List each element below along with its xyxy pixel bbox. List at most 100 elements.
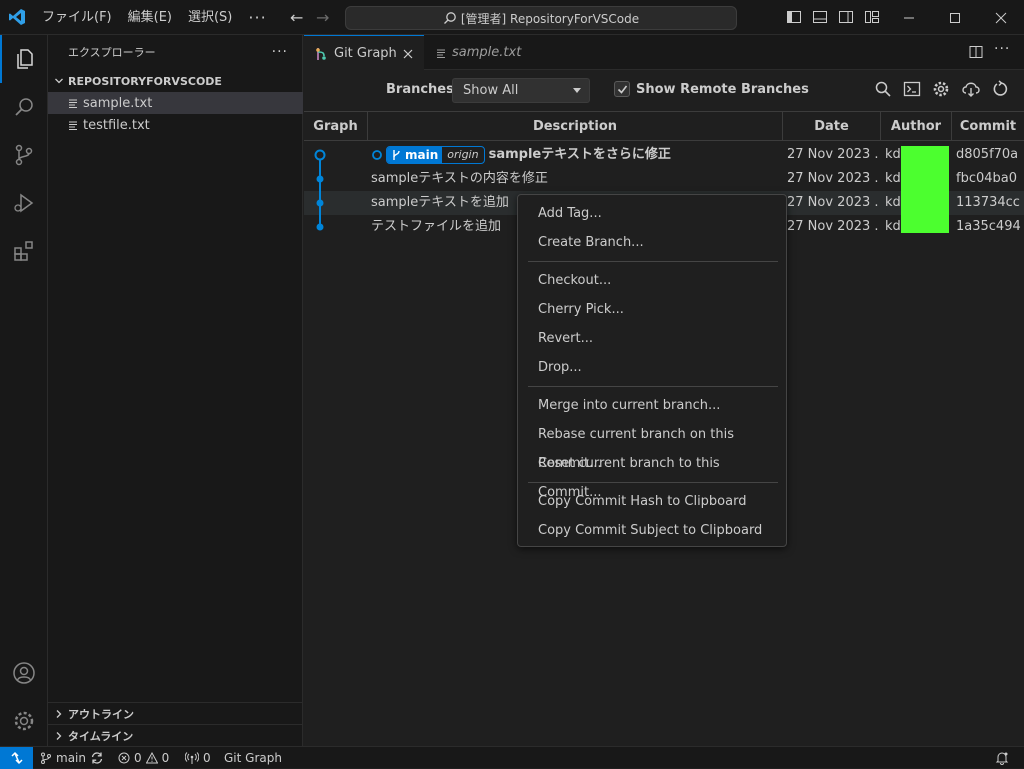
- column-description[interactable]: Description: [368, 112, 783, 141]
- menu-rebase[interactable]: Rebase current branch on this Commit...: [518, 420, 786, 471]
- notifications-button[interactable]: [995, 747, 1009, 769]
- terminal-icon[interactable]: [903, 80, 921, 98]
- outline-label: アウトライン: [68, 707, 134, 721]
- branches-dropdown[interactable]: Show All: [452, 78, 590, 103]
- repo-section-header[interactable]: REPOSITORYFORVSCODE: [48, 70, 303, 92]
- activity-bar: [0, 35, 48, 746]
- graph-node[interactable]: [316, 175, 324, 183]
- menu-merge[interactable]: Merge into current branch...: [518, 391, 786, 420]
- commit-context-menu: Add Tag... Create Branch... Checkout... …: [517, 194, 787, 547]
- minimize-button[interactable]: [886, 0, 932, 35]
- forward-button[interactable]: →: [316, 8, 329, 27]
- menu-checkout[interactable]: Checkout...: [518, 266, 786, 295]
- column-graph[interactable]: Graph: [304, 112, 368, 141]
- chevron-down-icon: [55, 78, 63, 84]
- activity-accounts[interactable]: [0, 649, 48, 697]
- menu-drop[interactable]: Drop...: [518, 353, 786, 382]
- sidebar-more-button[interactable]: ···: [272, 35, 288, 70]
- customize-layout-icon[interactable]: [864, 9, 880, 25]
- menu-reset[interactable]: Reset current branch to this Commit...: [518, 449, 786, 500]
- menu-file[interactable]: ファイル(F): [34, 0, 120, 35]
- file-icon: [69, 121, 77, 130]
- commit-date: 27 Nov 2023 ...: [787, 219, 879, 234]
- commit-hash: d805f70a: [956, 147, 1019, 162]
- graph-node[interactable]: [316, 223, 324, 231]
- commit-hash: 113734cc: [956, 195, 1020, 210]
- status-ports[interactable]: 0: [185, 747, 211, 769]
- status-branch[interactable]: main: [40, 747, 104, 769]
- graph-node[interactable]: [316, 199, 324, 207]
- menu-create-branch[interactable]: Create Branch...: [518, 228, 786, 257]
- activity-search[interactable]: [0, 83, 48, 131]
- column-commit[interactable]: Commit: [952, 112, 1024, 141]
- git-graph-toolbar: Branches: Show All Show Remote Branches: [304, 70, 1024, 110]
- activity-manage[interactable]: [0, 697, 48, 745]
- gear-icon: [14, 711, 34, 731]
- close-window-button[interactable]: [978, 0, 1024, 35]
- command-center-search[interactable]: [管理者] RepositoryForVSCode: [345, 6, 737, 30]
- file-item-testfile[interactable]: testfile.txt: [48, 114, 303, 136]
- toggle-sidebar-icon[interactable]: [786, 9, 802, 25]
- search-icon: [443, 12, 456, 24]
- author-redaction: [901, 146, 949, 233]
- ports-count: 0: [203, 751, 211, 765]
- menu-revert[interactable]: Revert...: [518, 324, 786, 353]
- show-remote-branches-checkbox[interactable]: [614, 81, 630, 97]
- menu-separator: [528, 261, 778, 262]
- column-date[interactable]: Date: [783, 112, 881, 141]
- commit-date: 27 Nov 2023 ...: [787, 171, 879, 186]
- chevron-right-icon: [56, 731, 62, 740]
- file-item-sample[interactable]: sample.txt: [48, 92, 303, 114]
- status-bar: main 0 0 0 Git Graph: [0, 746, 1024, 769]
- menu-separator: [528, 386, 778, 387]
- chevron-right-icon: [56, 709, 62, 718]
- menu-copy-subject[interactable]: Copy Commit Subject to Clipboard: [518, 516, 786, 545]
- commit-hash: fbc04ba0: [956, 171, 1018, 186]
- menu-more-button[interactable]: ···: [240, 0, 274, 35]
- branch-badge[interactable]: main origin: [386, 145, 485, 164]
- menu-copy-hash[interactable]: Copy Commit Hash to Clipboard: [518, 487, 786, 516]
- commit-subject: sampleテキストをさらに修正: [488, 147, 671, 162]
- checkmark-icon: [617, 85, 627, 94]
- status-git-graph[interactable]: Git Graph: [224, 747, 282, 769]
- refresh-icon[interactable]: [992, 80, 1010, 98]
- activity-explorer[interactable]: [0, 35, 48, 83]
- menu-edit[interactable]: 編集(E): [120, 0, 180, 35]
- status-problems[interactable]: 0 0: [118, 747, 169, 769]
- source-control-icon: [15, 144, 33, 166]
- fetch-icon[interactable]: [961, 80, 981, 98]
- sync-icon[interactable]: [90, 751, 104, 765]
- graph-node-head[interactable]: [314, 149, 326, 161]
- column-author[interactable]: Author: [881, 112, 952, 141]
- layout-controls: [786, 9, 880, 25]
- back-button[interactable]: ←: [290, 8, 303, 27]
- activity-run-debug[interactable]: [0, 179, 48, 227]
- split-editor-icon[interactable]: [969, 45, 983, 59]
- settings-icon[interactable]: [932, 80, 950, 98]
- error-count: 0: [134, 751, 142, 765]
- timeline-section-header[interactable]: タイムライン: [48, 724, 303, 746]
- activity-extensions[interactable]: [0, 227, 48, 275]
- toggle-secondary-sidebar-icon[interactable]: [838, 9, 854, 25]
- activity-source-control[interactable]: [0, 131, 48, 179]
- show-remote-branches-label[interactable]: Show Remote Branches: [636, 82, 809, 97]
- menu-cherry-pick[interactable]: Cherry Pick...: [518, 295, 786, 324]
- menu-separator: [528, 482, 778, 483]
- branch-badge-name: main: [405, 146, 443, 163]
- tab-git-graph[interactable]: Git Graph: [304, 35, 424, 71]
- branches-label: Branches:: [386, 82, 460, 97]
- remote-badge-name: origin: [447, 147, 479, 161]
- file-name: testfile.txt: [83, 117, 150, 133]
- toggle-panel-icon[interactable]: [812, 9, 828, 25]
- menu-add-tag[interactable]: Add Tag...: [518, 199, 786, 228]
- editor-more-button[interactable]: ···: [994, 41, 1010, 57]
- error-icon: [118, 752, 130, 764]
- warning-icon: [145, 752, 158, 764]
- find-icon[interactable]: [874, 80, 892, 98]
- close-icon[interactable]: [403, 49, 413, 59]
- tab-sample-txt[interactable]: sample.txt: [426, 35, 544, 70]
- menu-selection[interactable]: 選択(S): [180, 0, 240, 35]
- maximize-button[interactable]: [932, 0, 978, 35]
- outline-section-header[interactable]: アウトライン: [48, 702, 303, 724]
- remote-indicator[interactable]: [0, 747, 33, 769]
